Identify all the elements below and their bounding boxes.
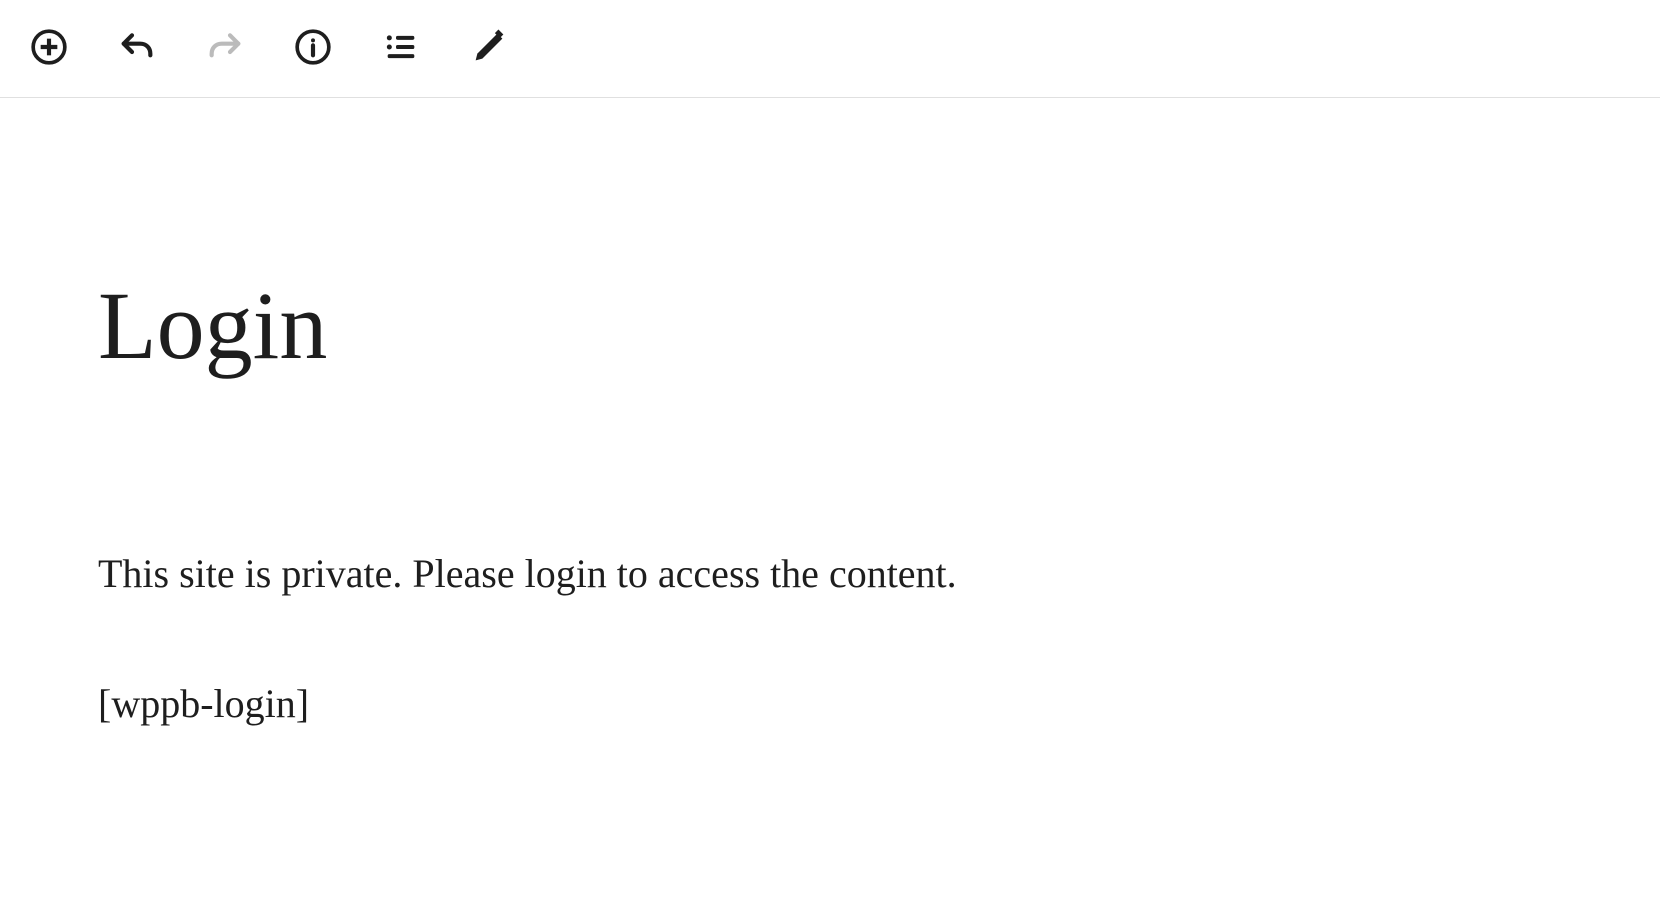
shortcode-block[interactable]: [wppb-login]	[98, 674, 1562, 734]
redo-icon	[205, 27, 245, 70]
content-paragraph[interactable]: This site is private. Please login to ac…	[98, 544, 1562, 604]
editor-toolbar	[0, 0, 1660, 98]
pencil-icon	[469, 27, 509, 70]
page-title[interactable]: Login	[98, 278, 1562, 374]
add-block-button[interactable]	[25, 25, 73, 73]
list-icon	[381, 27, 421, 70]
info-button[interactable]	[289, 25, 337, 73]
info-icon	[293, 27, 333, 70]
redo-button[interactable]	[201, 25, 249, 73]
undo-button[interactable]	[113, 25, 161, 73]
plus-circle-icon	[29, 27, 69, 70]
undo-icon	[117, 27, 157, 70]
edit-button[interactable]	[465, 25, 513, 73]
editor-content[interactable]: Login This site is private. Please login…	[0, 98, 1660, 734]
outline-button[interactable]	[377, 25, 425, 73]
